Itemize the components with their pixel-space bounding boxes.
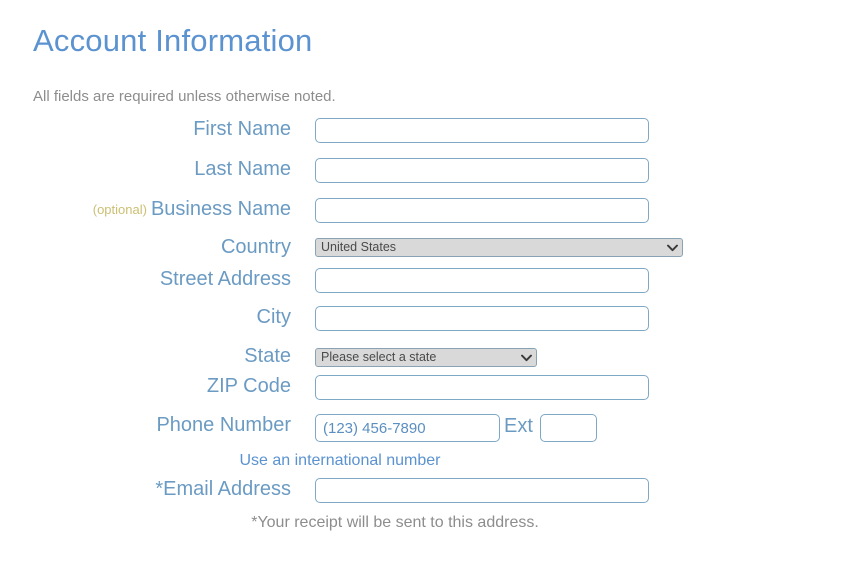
- street-address-input[interactable]: [315, 268, 649, 293]
- field-row-state: State Please select a state: [0, 345, 850, 379]
- field-row-email-address: *Email Address: [0, 478, 850, 512]
- field-row-last-name: Last Name: [0, 158, 850, 192]
- field-row-business-name: (optional) Business Name: [0, 198, 850, 232]
- label-last-name: Last Name: [194, 158, 291, 180]
- label-zip-code: ZIP Code: [206, 375, 291, 397]
- required-fields-note: All fields are required unless otherwise…: [33, 88, 336, 105]
- last-name-input[interactable]: [315, 158, 649, 183]
- country-select[interactable]: United States: [315, 238, 683, 257]
- state-select-value: Please select a state: [321, 350, 437, 364]
- account-information-form: Account Information All fields are requi…: [0, 0, 850, 576]
- receipt-note: *Your receipt will be sent to this addre…: [251, 514, 539, 531]
- phone-number-input[interactable]: [315, 414, 500, 442]
- city-input[interactable]: [315, 306, 649, 331]
- label-phone-number: Phone Number: [156, 414, 291, 436]
- label-ext: Ext: [504, 415, 533, 437]
- email-address-input[interactable]: [315, 478, 649, 503]
- chevron-down-icon: [521, 349, 532, 366]
- phone-ext-input[interactable]: [540, 414, 597, 442]
- page-title: Account Information: [33, 23, 313, 58]
- business-name-input[interactable]: [315, 198, 649, 223]
- field-row-country: Country United States: [0, 236, 850, 270]
- label-first-name: First Name: [193, 118, 291, 140]
- first-name-input[interactable]: [315, 118, 649, 143]
- label-state: State: [244, 345, 291, 367]
- label-city: City: [256, 306, 291, 328]
- zip-code-input[interactable]: [315, 375, 649, 400]
- label-country: Country: [220, 236, 291, 258]
- state-select[interactable]: Please select a state: [315, 348, 537, 367]
- field-row-zip-code: ZIP Code: [0, 375, 850, 409]
- optional-tag: (optional): [92, 202, 147, 217]
- label-street-address: Street Address: [159, 268, 291, 290]
- field-row-street-address: Street Address: [0, 268, 850, 302]
- label-business-name-text: Business Name: [150, 198, 291, 220]
- international-number-link[interactable]: Use an international number: [0, 452, 680, 470]
- label-business-name: (optional) Business Name: [0, 198, 291, 221]
- field-row-phone-number: Phone Number Ext: [0, 414, 850, 448]
- label-email-address: *Email Address: [155, 478, 291, 500]
- field-row-city: City: [0, 306, 850, 340]
- field-row-first-name: First Name: [0, 118, 850, 152]
- chevron-down-icon: [667, 239, 678, 256]
- country-select-value: United States: [321, 240, 397, 254]
